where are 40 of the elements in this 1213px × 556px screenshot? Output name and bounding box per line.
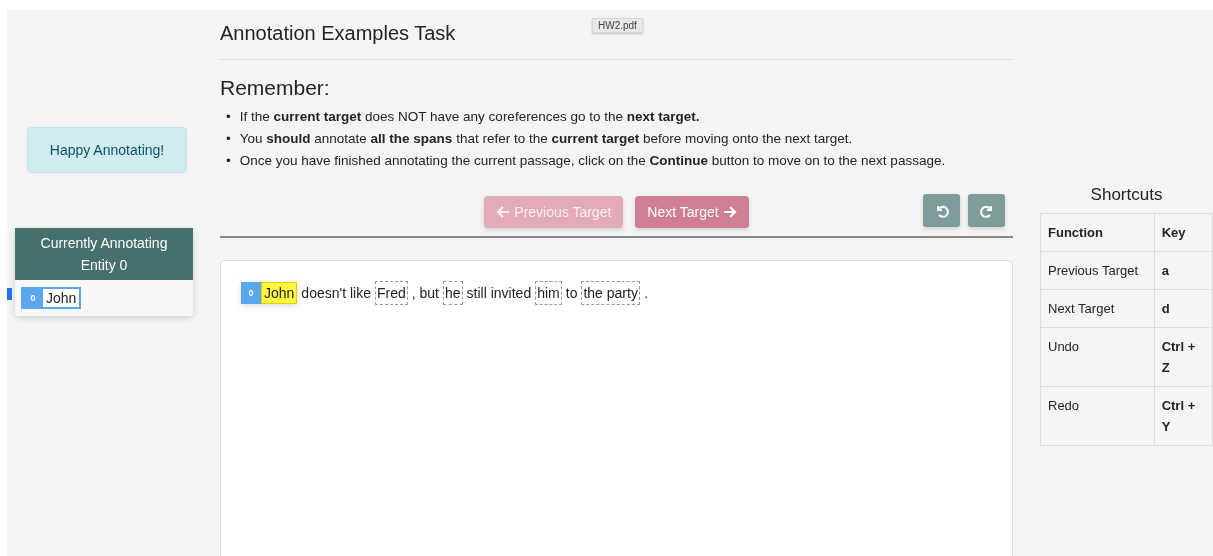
bullet: • — [226, 130, 231, 148]
passage-text: still invited — [466, 285, 532, 301]
entity-name: John — [43, 289, 80, 307]
shortcuts-title: Shortcuts — [1089, 185, 1164, 205]
table-cell: Redo — [1040, 386, 1155, 446]
table-cell: Next Target — [1040, 289, 1155, 328]
entity-item[interactable]: 0 John — [21, 287, 82, 309]
table-cell: d — [1154, 289, 1213, 328]
passage-text: to — [565, 285, 578, 301]
table-cell: Undo — [1040, 327, 1155, 387]
table-cell: Previous Target — [1040, 251, 1155, 290]
bullet: • — [226, 108, 231, 126]
info-alert: Happy Annotating! — [27, 127, 187, 173]
arrow-icon — [496, 205, 511, 219]
instruction-item: If the current target does NOT have any coreferences go to the next target. — [239, 108, 700, 126]
arrow-icon — [722, 205, 737, 219]
passage-text: . — [643, 285, 648, 301]
candidate-span[interactable]: him — [535, 281, 562, 305]
highlighted-span[interactable]: John — [261, 282, 298, 304]
tooltip: HW2.pdf — [592, 18, 643, 33]
selection-marker — [7, 288, 12, 300]
candidate-span[interactable]: Fred — [374, 281, 408, 305]
redo-button[interactable] — [968, 194, 1005, 227]
panel-header: Currently Annotating Entity 0 — [15, 228, 193, 280]
entity-badge: 0 — [23, 289, 43, 307]
candidate-span[interactable]: the party — [581, 281, 640, 305]
passage-text: doesn't like — [301, 285, 371, 301]
table-cell: Ctrl + Z — [1154, 327, 1213, 387]
bullet: • — [226, 152, 231, 170]
instruction-item: Once you have finished annotating the current passage, click on the Continue button to move on to the next passage. — [239, 152, 946, 170]
section-heading: Remember: — [220, 76, 331, 100]
table-cell: Ctrl + Y — [1154, 386, 1213, 446]
column-header: Key — [1154, 213, 1213, 252]
entity-badge: 0 — [241, 282, 261, 304]
candidate-span[interactable]: he — [443, 281, 463, 305]
table-cell: a — [1154, 251, 1213, 290]
column-header: Function — [1040, 213, 1155, 252]
undo-button[interactable] — [923, 194, 960, 227]
passage-text: , but — [411, 285, 439, 301]
instruction-item: You should annotate all the spans that refer to the current target before moving onto the next target. — [239, 130, 853, 148]
